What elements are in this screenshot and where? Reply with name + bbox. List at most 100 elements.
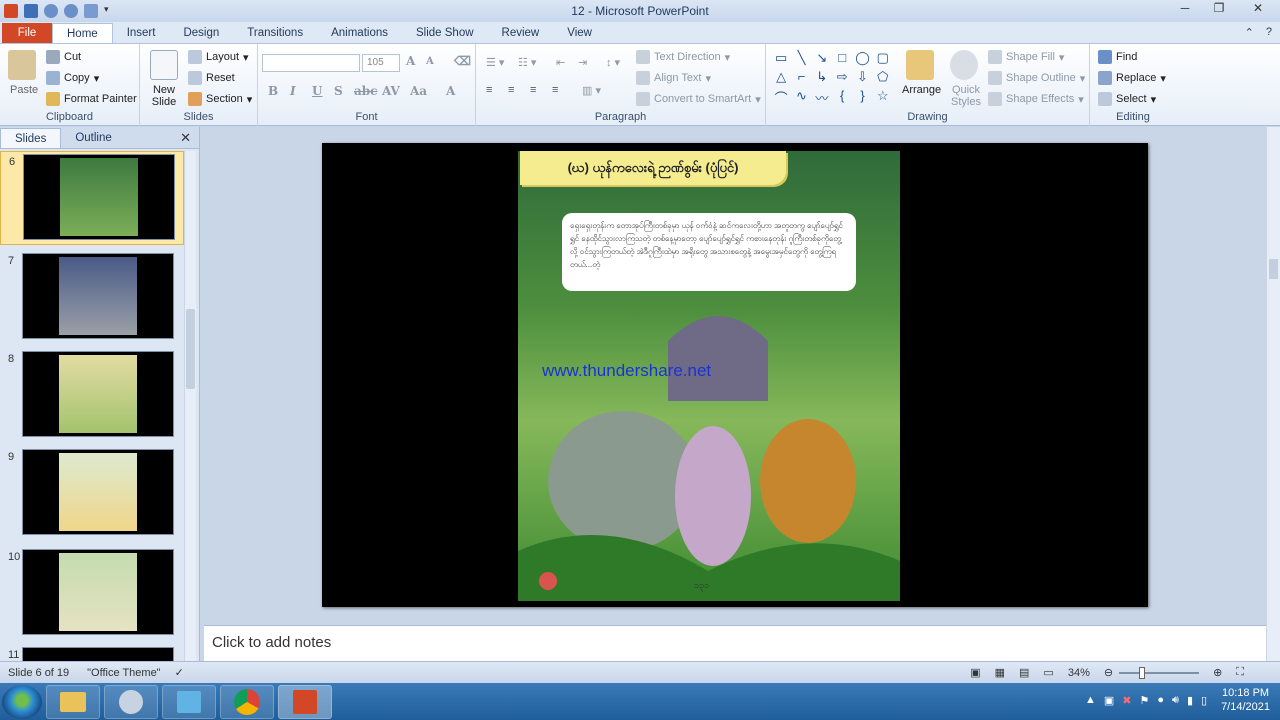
slide-thumbnail-6[interactable]: 6 xyxy=(0,151,184,245)
tab-transitions[interactable]: Transitions xyxy=(233,23,317,43)
tab-design[interactable]: Design xyxy=(169,23,233,43)
powerpoint-taskbar-button[interactable] xyxy=(278,684,332,719)
scroll-thumb[interactable] xyxy=(186,309,195,389)
curve-shape-icon[interactable]: ⌒ xyxy=(772,88,790,108)
snipping-tool-button[interactable] xyxy=(104,684,158,719)
zoom-slider-thumb[interactable] xyxy=(1139,666,1146,679)
replace-button[interactable]: Replace ▾ xyxy=(1098,71,1166,85)
change-case-icon[interactable]: Aa xyxy=(410,84,427,98)
rounded-rectangle-shape-icon[interactable]: ▢ xyxy=(874,50,892,67)
minimize-ribbon-icon[interactable]: ⌃ xyxy=(1245,26,1254,39)
security-alert-icon[interactable]: ✖ xyxy=(1122,694,1131,707)
tab-home[interactable]: Home xyxy=(52,23,113,43)
powerpoint-app-icon[interactable] xyxy=(4,4,18,18)
bold-icon[interactable]: B xyxy=(268,84,278,98)
elbow-arrow-icon[interactable]: ↳ xyxy=(813,69,831,86)
shrink-font-icon[interactable]: A xyxy=(426,56,434,67)
reading-view-icon[interactable]: ▤ xyxy=(1019,666,1029,679)
cut-button[interactable]: Cut xyxy=(46,50,81,64)
windows-start-icon[interactable] xyxy=(2,684,42,719)
minimize-button[interactable]: ─ xyxy=(1168,0,1202,18)
section-button[interactable]: Section ▾ xyxy=(188,92,252,106)
shape-effects-button[interactable]: Shape Effects ▾ xyxy=(988,92,1084,106)
tab-view[interactable]: View xyxy=(553,23,606,43)
right-arrow-shape-icon[interactable]: ⇨ xyxy=(833,69,851,86)
font-color-icon[interactable]: A xyxy=(446,84,455,98)
normal-view-icon[interactable]: ▣ xyxy=(970,666,980,679)
find-button[interactable]: Find xyxy=(1098,50,1137,64)
battery-icon[interactable]: ▯ xyxy=(1201,694,1207,707)
shape-fill-button[interactable]: Shape Fill ▾ xyxy=(988,50,1064,64)
arrange-button[interactable]: Arrange xyxy=(902,84,941,96)
tab-slides[interactable]: Slides xyxy=(0,127,62,148)
convert-smartart-button[interactable]: Convert to SmartArt ▾ xyxy=(636,92,761,106)
line-shape-icon[interactable]: ╲ xyxy=(792,50,810,67)
volume-icon[interactable]: 🔊︎ xyxy=(1172,694,1179,707)
down-arrow-shape-icon[interactable]: ⇩ xyxy=(853,69,871,86)
screen-recorder-button[interactable] xyxy=(162,684,216,719)
copy-button[interactable]: Copy ▾ xyxy=(46,71,99,85)
freeform-shape-icon[interactable]: ∿ xyxy=(792,88,810,108)
slideshow-from-beginning-icon[interactable] xyxy=(84,4,98,18)
thumbnail-scrollbar[interactable] xyxy=(184,151,196,661)
editor-scroll-thumb[interactable] xyxy=(1269,259,1278,279)
underline-icon[interactable]: U xyxy=(312,84,322,98)
clear-formatting-icon[interactable]: ⌫ xyxy=(454,54,471,68)
select-button[interactable]: Select ▾ xyxy=(1098,92,1156,106)
elbow-connector-icon[interactable]: ⌐ xyxy=(792,69,810,86)
align-left-icon[interactable]: ≡ xyxy=(486,84,492,96)
italic-icon[interactable]: I xyxy=(290,84,296,98)
file-explorer-button[interactable] xyxy=(46,684,100,719)
slide-thumbnail-7[interactable]: 7 xyxy=(0,251,184,345)
slide-thumbnail-9[interactable]: 9 xyxy=(0,447,184,541)
slide-sorter-icon[interactable]: ▦ xyxy=(995,666,1005,679)
reset-button[interactable]: Reset xyxy=(188,71,235,85)
textbox-shape-icon[interactable]: ▭ xyxy=(772,50,790,67)
arrange-icon[interactable] xyxy=(906,50,934,80)
align-center-icon[interactable]: ≡ xyxy=(508,84,514,96)
action-center-flag-icon[interactable]: ⚑ xyxy=(1139,694,1149,707)
notes-pane[interactable]: Click to add notes xyxy=(204,625,1266,661)
customize-qat-icon[interactable]: ▾ xyxy=(104,4,118,18)
oval-shape-icon[interactable]: ◯ xyxy=(853,50,871,67)
left-brace-icon[interactable]: { xyxy=(833,88,851,108)
arrow-line-shape-icon[interactable]: ↘ xyxy=(813,50,831,67)
chevron-shape-icon[interactable]: ⬠ xyxy=(874,69,892,86)
undo-icon[interactable] xyxy=(44,4,58,18)
rectangle-shape-icon[interactable]: □ xyxy=(833,50,851,67)
chrome-button[interactable] xyxy=(220,684,274,719)
format-painter-button[interactable]: Format Painter xyxy=(46,92,137,106)
clock[interactable]: 10:18 PM 7/14/2021 xyxy=(1221,686,1270,714)
columns-icon[interactable]: ▥ ▾ xyxy=(582,84,601,97)
shadow-icon[interactable]: S xyxy=(334,84,343,98)
quick-styles-button[interactable]: Quick Styles xyxy=(948,84,984,108)
tab-animations[interactable]: Animations xyxy=(317,23,402,43)
bullets-icon[interactable]: ☰ ▾ xyxy=(486,56,504,69)
close-button[interactable]: ✕ xyxy=(1236,0,1280,18)
right-brace-icon[interactable]: } xyxy=(853,88,871,108)
redo-icon[interactable] xyxy=(64,4,78,18)
zoom-in-icon[interactable]: ⊕ xyxy=(1213,666,1222,679)
text-direction-button[interactable]: Text Direction ▾ xyxy=(636,50,730,64)
scribble-shape-icon[interactable]: 〰 xyxy=(813,88,831,108)
triangle-shape-icon[interactable]: △ xyxy=(772,69,790,86)
decrease-indent-icon[interactable]: ⇤ xyxy=(556,56,565,69)
quick-styles-icon[interactable] xyxy=(950,50,978,80)
fit-to-window-icon[interactable]: ⛶ xyxy=(1236,666,1244,679)
numbering-icon[interactable]: ☷ ▾ xyxy=(518,56,536,69)
save-icon[interactable] xyxy=(24,4,38,18)
tab-slide-show[interactable]: Slide Show xyxy=(402,23,488,43)
theme-name[interactable]: "Office Theme" xyxy=(87,667,160,679)
network-adapter-icon[interactable]: ▣ xyxy=(1104,694,1114,707)
increase-indent-icon[interactable]: ⇥ xyxy=(578,56,587,69)
star-shape-icon[interactable]: ☆ xyxy=(874,88,892,108)
font-size-combo[interactable]: 105 xyxy=(362,54,400,72)
slide-thumbnail-8[interactable]: 8 xyxy=(0,349,184,443)
spelling-check-icon[interactable]: ✓ xyxy=(175,666,184,679)
restore-button[interactable]: ❐ xyxy=(1202,0,1236,18)
character-spacing-icon[interactable]: AV xyxy=(382,84,400,98)
tab-file[interactable]: File xyxy=(2,23,52,43)
tab-insert[interactable]: Insert xyxy=(113,23,170,43)
align-right-icon[interactable]: ≡ xyxy=(530,84,536,96)
line-spacing-icon[interactable]: ↕ ▾ xyxy=(606,56,620,69)
